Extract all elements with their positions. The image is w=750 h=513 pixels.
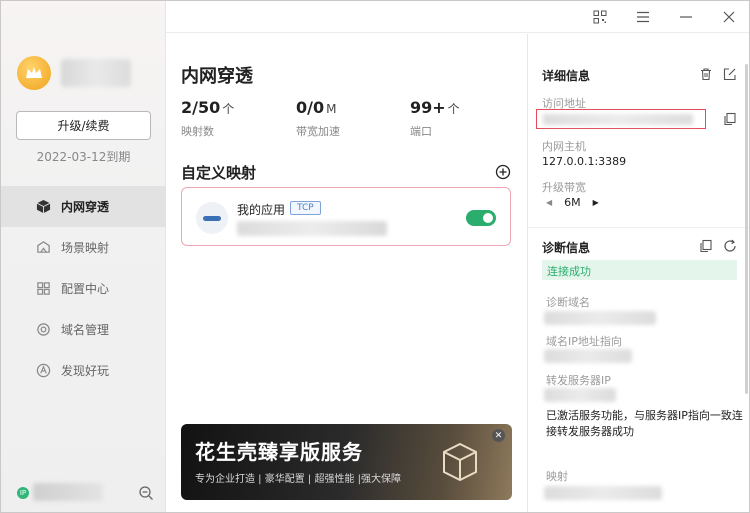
stat-unit: 个 [222, 102, 235, 116]
title-bar [166, 1, 749, 33]
qr-code-button[interactable] [590, 7, 610, 27]
mapping-card[interactable]: 我的应用 TCP [181, 187, 511, 246]
promo-banner[interactable]: 花生壳臻享版服务 专为企业打造 | 豪华配置 | 超强性能 |强大保障 ✕ [181, 424, 512, 500]
qr-code-icon [593, 10, 607, 24]
upgrade-renew-button[interactable]: 升级/续费 [16, 111, 151, 140]
decrease-arrow-icon[interactable]: ◀ [546, 198, 552, 207]
mapping-enable-toggle[interactable] [466, 210, 496, 226]
protocol-tag: TCP [290, 201, 321, 215]
mapping-name: 我的应用 [237, 203, 286, 217]
diagnosis-title: 诊断信息 [542, 241, 591, 255]
crown-icon [26, 67, 42, 78]
section-divider [528, 227, 749, 228]
copy-diagnosis-button[interactable] [699, 239, 713, 253]
sidebar-item-label: 配置中心 [61, 282, 110, 296]
stat-value: 2/50 [181, 98, 221, 117]
stat-bandwidth: 0/0 M 带宽加速 [296, 98, 340, 139]
scene-icon [35, 240, 51, 256]
stat-value: 0/0 [296, 98, 325, 117]
banner-close-button[interactable]: ✕ [492, 429, 505, 442]
banner-subtitle: 专为企业打造 | 豪华配置 | 超强性能 |强大保障 [195, 474, 402, 485]
sidebar-item-config[interactable]: 配置中心 [1, 268, 166, 309]
add-mapping-button[interactable] [495, 164, 511, 180]
minimize-button[interactable] [676, 7, 696, 27]
stat-unit: 个 [447, 102, 460, 116]
sidebar-nav: 内网穿透 场景映射 配置中心 域名管理 发现好玩 [1, 186, 166, 391]
vip-crown-avatar[interactable] [17, 56, 51, 90]
close-window-button[interactable] [719, 7, 739, 27]
ip-status-icon: IP [17, 487, 29, 499]
cube-box-icon [443, 442, 477, 482]
sidebar-item-label: 发现好玩 [61, 364, 110, 378]
custom-mapping-title: 自定义映射 [181, 164, 257, 182]
edit-button[interactable] [723, 67, 737, 81]
mapping-address-redacted [237, 221, 387, 236]
stat-ports: 99+ 个 端口 [410, 98, 460, 139]
detail-title: 详细信息 [542, 69, 591, 83]
copy-icon [700, 239, 712, 253]
app-logo-icon [196, 202, 228, 234]
stat-label: 映射数 [181, 125, 214, 138]
refresh-button[interactable] [723, 239, 737, 253]
sidebar-item-scene[interactable]: 场景映射 [1, 227, 166, 268]
sidebar-item-label: 内网穿透 [61, 200, 110, 214]
bandwidth-stepper: ◀ 6M ▶ [546, 196, 599, 209]
detail-panel: 详细信息 访问地址 内网主机 127.0.0.1:3389 升级带宽 ◀ 6M … [527, 34, 749, 512]
page-title: 内网穿透 [181, 66, 253, 87]
domain-icon [35, 322, 51, 338]
close-icon [723, 11, 735, 23]
diagnosis-note: 已激活服务功能，与服务器IP指向一致连接转发服务器成功 [546, 409, 743, 438]
stat-mappings: 2/50 个 映射数 [181, 98, 234, 139]
expire-date: 2022-03-12到期 [36, 150, 131, 164]
minimize-icon [680, 16, 692, 18]
mapping-label: 映射 [546, 470, 568, 483]
edit-icon [723, 68, 736, 81]
menu-icon [637, 11, 649, 23]
sidebar-item-label: 域名管理 [61, 323, 110, 337]
copy-icon [724, 112, 736, 126]
plus-circle-icon [495, 164, 511, 180]
domain-ip-label: 域名IP地址指向 [546, 335, 622, 348]
refresh-icon [724, 239, 736, 252]
discover-icon [35, 363, 51, 379]
stat-label: 端口 [410, 125, 432, 138]
toggle-knob [483, 213, 493, 223]
sidebar-item-label: 场景映射 [61, 241, 110, 255]
increase-arrow-icon[interactable]: ▶ [593, 198, 599, 207]
intranet-host-label: 内网主机 [542, 140, 586, 153]
diag-domain-label: 诊断域名 [546, 296, 590, 309]
sidebar-item-intranet[interactable]: 内网穿透 [1, 186, 166, 227]
connection-status-badge: 连接成功 [542, 260, 737, 280]
domain-ip-redacted [544, 349, 632, 363]
forward-server-label: 转发服务器IP [546, 374, 611, 387]
copy-address-button[interactable] [723, 112, 737, 126]
bandwidth-value: 6M [564, 196, 581, 209]
config-icon [35, 281, 51, 297]
delete-button[interactable] [699, 67, 713, 81]
sidebar: 升级/续费 2022-03-12到期 内网穿透 场景映射 配置中心 域名管理 发… [1, 1, 166, 512]
intranet-host-value: 127.0.0.1:3389 [542, 155, 627, 168]
detail-scrollbar[interactable] [745, 64, 748, 394]
menu-button[interactable] [633, 7, 653, 27]
ip-address-redacted [33, 483, 103, 501]
sidebar-item-discover[interactable]: 发现好玩 [1, 350, 166, 391]
app-window: 升级/续费 2022-03-12到期 内网穿透 场景映射 配置中心 域名管理 发… [0, 0, 750, 513]
access-address-redacted [543, 114, 693, 125]
banner-title: 花生壳臻享版服务 [195, 440, 363, 464]
upgrade-bandwidth-label: 升级带宽 [542, 181, 586, 194]
zoom-out-icon[interactable] [138, 485, 154, 501]
mapping-redacted [544, 486, 662, 500]
sidebar-item-domain[interactable]: 域名管理 [1, 309, 166, 350]
trash-icon [701, 68, 711, 81]
stat-value: 99+ [410, 98, 446, 117]
forward-server-redacted [544, 388, 616, 402]
stat-unit: M [326, 102, 337, 116]
diag-domain-redacted [544, 311, 656, 325]
username-redacted [61, 59, 131, 87]
cube-icon [35, 199, 51, 215]
main-content: 内网穿透 2/50 个 映射数 0/0 M 带宽加速 99+ 个 端口 自定义映射 我… [166, 34, 526, 512]
stat-label: 带宽加速 [296, 125, 340, 138]
access-address-field[interactable] [536, 109, 706, 129]
